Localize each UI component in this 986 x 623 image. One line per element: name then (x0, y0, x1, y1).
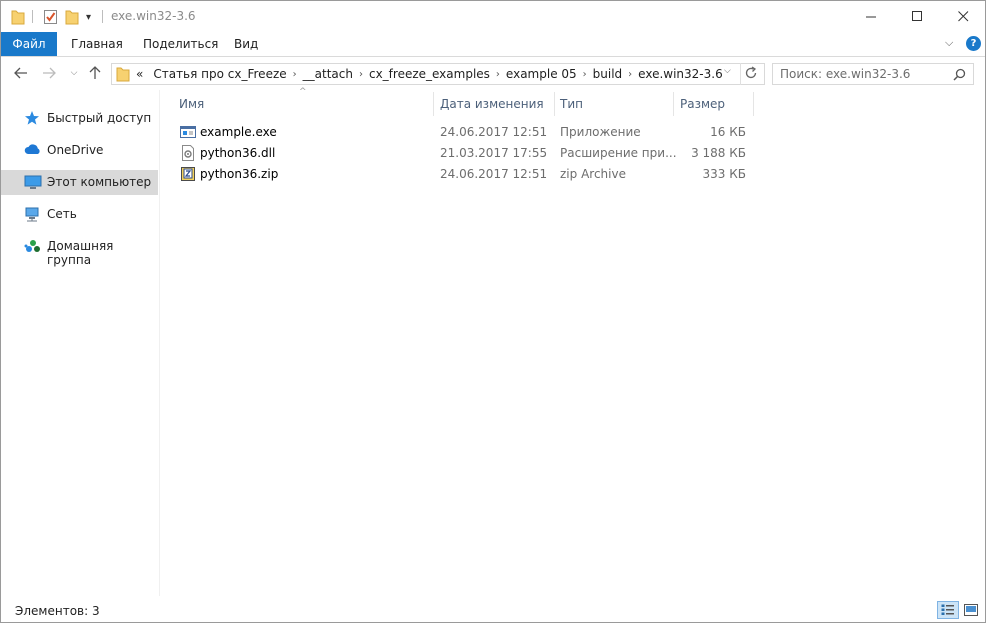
tab-home[interactable]: Главная (59, 32, 135, 56)
minimize-icon (865, 16, 876, 17)
item-count: Элементов: 3 (15, 604, 100, 618)
up-arrow-icon (89, 66, 101, 79)
network-icon (24, 206, 42, 222)
homegroup-icon (24, 238, 42, 254)
sidebar-item-label: Этот компьютер (47, 175, 152, 189)
tab-file[interactable]: Файл (1, 32, 57, 56)
file-date: 21.03.2017 17:55 (440, 146, 548, 160)
file-name: python36.zip (200, 167, 279, 181)
star-icon (24, 110, 42, 126)
cloud-icon (24, 142, 42, 158)
customize-quick-access-icon[interactable]: ▾ (86, 8, 91, 26)
navigation-bar: ⌵ « Статья про cx_Freeze › __attach › cx… (1, 57, 985, 90)
details-view-button[interactable] (937, 601, 959, 619)
file-row[interactable]: python36.zip 24.06.2017 12:51 zip Archiv… (177, 164, 777, 185)
navigation-pane: Быстрый доступ OneDrive Этот компьютер С… (1, 90, 160, 596)
expand-ribbon-icon[interactable]: ⌵ (945, 36, 953, 50)
refresh-icon[interactable] (744, 66, 758, 80)
new-folder-icon[interactable] (65, 8, 79, 26)
file-type: Расширение при... (560, 146, 677, 160)
large-icons-view-button[interactable] (960, 601, 982, 619)
sidebar-item-quick-access[interactable]: Быстрый доступ (1, 106, 158, 131)
help-icon[interactable]: ? (966, 36, 981, 51)
breadcrumb-item[interactable]: __attach (298, 67, 358, 81)
up-button[interactable] (85, 63, 105, 83)
file-type: zip Archive (560, 167, 626, 181)
back-button[interactable] (11, 63, 31, 83)
sidebar-item-label: Домашняя группа (47, 239, 114, 267)
close-button[interactable] (940, 1, 986, 31)
sidebar-item-label: Сеть (47, 207, 77, 221)
file-row[interactable]: example.exe 24.06.2017 12:51 Приложение … (177, 122, 777, 143)
recent-locations-button[interactable]: ⌵ (64, 63, 84, 83)
window-title: exe.win32-3.6 (111, 9, 196, 23)
tab-share[interactable]: Поделиться (131, 32, 230, 56)
maximize-button[interactable] (894, 1, 940, 31)
dll-icon (180, 145, 196, 161)
breadcrumb-item[interactable]: Статья про cx_Freeze (148, 67, 291, 81)
sort-ascending-icon: ^ (299, 87, 307, 97)
file-name: python36.dll (200, 146, 276, 160)
folder-icon (116, 66, 130, 82)
search-icon[interactable] (953, 68, 966, 81)
file-date: 24.06.2017 12:51 (440, 125, 548, 139)
forward-button[interactable] (39, 63, 59, 83)
search-input[interactable]: Поиск: exe.win32-3.6 (773, 67, 953, 81)
sidebar-item-label: Быстрый доступ (47, 111, 152, 125)
breadcrumb-item[interactable]: build (588, 67, 628, 81)
file-list: ^ Имя Дата изменения Тип Размер example.… (161, 87, 985, 596)
sidebar-item-onedrive[interactable]: OneDrive (1, 138, 158, 163)
file-size: 16 КБ (710, 125, 746, 139)
search-box[interactable]: Поиск: exe.win32-3.6 (772, 63, 974, 85)
chevron-down-icon: ⌵ (70, 68, 78, 78)
breadcrumb-overflow[interactable]: « (130, 67, 148, 81)
forward-arrow-icon (43, 67, 56, 79)
maximize-icon (911, 10, 922, 21)
zip-icon (180, 166, 196, 182)
large-icons-view-icon (964, 604, 978, 616)
sidebar-item-homegroup[interactable]: Домашняя группа (1, 234, 158, 267)
file-size: 333 КБ (702, 167, 746, 181)
breadcrumb-item[interactable]: cx_freeze_examples (364, 67, 495, 81)
column-header-date[interactable]: Дата изменения (440, 90, 544, 118)
minimize-button[interactable] (848, 1, 894, 31)
details-view-icon (941, 604, 954, 615)
column-header-size[interactable]: Размер (680, 90, 725, 118)
exe-icon (180, 124, 196, 140)
title-bar: ▾ exe.win32-3.6 (1, 1, 985, 32)
file-date: 24.06.2017 12:51 (440, 167, 548, 181)
breadcrumb: « Статья про cx_Freeze › __attach › cx_f… (130, 64, 728, 84)
file-size: 3 188 КБ (691, 146, 746, 160)
tab-view[interactable]: Вид (222, 32, 270, 56)
breadcrumb-item[interactable]: exe.win32-3.6 (633, 67, 728, 81)
breadcrumb-item[interactable]: example 05 (501, 67, 582, 81)
address-dropdown-icon[interactable]: ⌵ (724, 66, 731, 76)
file-name: example.exe (200, 125, 277, 139)
explorer-window: ▾ exe.win32-3.6 Файл Главная Поделиться … (0, 0, 986, 623)
column-header-name[interactable]: Имя (179, 90, 204, 118)
sidebar-item-network[interactable]: Сеть (1, 202, 158, 227)
file-row[interactable]: python36.dll 21.03.2017 17:55 Расширение… (177, 143, 777, 164)
file-type: Приложение (560, 125, 641, 139)
address-bar[interactable]: « Статья про cx_Freeze › __attach › cx_f… (111, 63, 765, 85)
folder-icon (11, 8, 25, 26)
back-arrow-icon (14, 67, 27, 79)
ribbon-tabs: Файл Главная Поделиться Вид ⌵ ? (1, 32, 985, 57)
close-icon (957, 10, 968, 21)
computer-icon (24, 174, 42, 190)
status-bar: Элементов: 3 (1, 597, 985, 622)
sidebar-item-this-pc[interactable]: Этот компьютер (1, 170, 158, 195)
column-header-type[interactable]: Тип (560, 90, 583, 118)
properties-icon[interactable] (43, 8, 58, 26)
sidebar-item-label: OneDrive (47, 143, 104, 157)
